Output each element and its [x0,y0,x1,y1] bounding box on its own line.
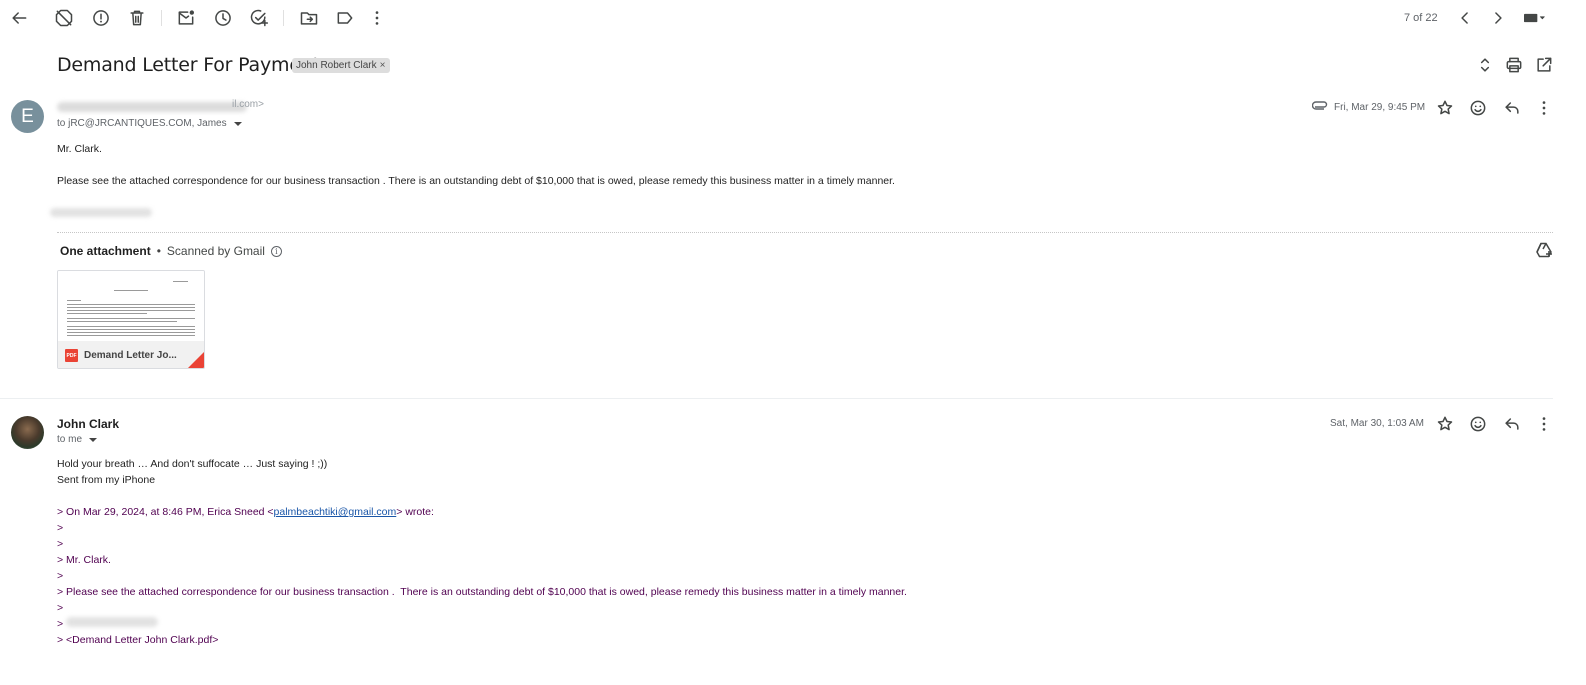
quote-intro-before: > On Mar 29, 2024, at 8:46 PM, Erica Sne… [57,506,274,518]
message-more-icon[interactable] [1528,92,1560,124]
show-details-icon[interactable] [89,437,98,442]
reply-icon[interactable] [1496,92,1528,124]
quote-intro-after: > wrote: [396,506,434,518]
attachment-divider [57,232,1553,233]
pdf-file-icon: PDF [65,349,78,362]
redacted-sender [57,101,257,113]
info-icon[interactable]: i [270,245,282,257]
attachment-heading: One attachment • Scanned by Gmail i [60,244,282,258]
add-to-drive-icon[interactable] [1535,242,1555,260]
separator-dot: • [156,244,161,258]
snooze-icon[interactable] [207,2,239,34]
sender-email-fragment: il.com> [232,99,264,110]
chevron-left-icon[interactable] [1449,2,1481,34]
recipients-text: to jRC@JRCANTIQUES.COM, James [57,118,227,129]
scanned-label: Scanned by Gmail [166,244,265,258]
recipients-line[interactable]: to me [57,434,98,445]
reply-signature: Sent from my iPhone [57,474,156,486]
back-arrow-icon[interactable] [3,2,35,34]
message-greeting: Mr. Clark. [57,143,102,155]
keyboard-icon[interactable] [1516,2,1552,34]
thread-subject: Demand Letter For Payment [57,54,320,76]
pagination-count: 7 of 22 [1404,12,1438,24]
quote-marker: > [57,570,64,582]
star-icon[interactable] [1429,408,1461,440]
quote-greeting: > Mr. Clark. [57,554,111,566]
label-chip-text: John Robert Clark [296,60,377,71]
pdf-corner-icon [188,352,204,368]
redacted-signature [50,208,152,217]
print-icon[interactable] [1498,49,1530,81]
toolbar-divider [161,10,162,26]
toolbar-divider [283,10,284,26]
message-date[interactable]: Sat, Mar 30, 1:03 AM [1330,418,1424,429]
thread-label-chip[interactable]: John Robert Clark × [292,58,391,73]
attachment-filename: Demand Letter Jo... [84,350,177,361]
message-date[interactable]: Fri, Mar 29, 9:45 PM [1334,102,1425,113]
mark-unread-icon[interactable] [170,2,202,34]
attachment-count: One attachment [60,244,151,258]
emoji-reaction-icon[interactable] [1462,408,1494,440]
message-divider [0,398,1553,399]
reply-line-1: Hold your breath … And don't suffocate …… [57,458,328,470]
reply-icon[interactable] [1496,408,1528,440]
add-task-icon[interactable] [243,2,275,34]
attachment-card[interactable]: PDF Demand Letter Jo... [57,270,205,369]
quote-intro: > On Mar 29, 2024, at 8:46 PM, Erica Sne… [57,504,434,520]
attachment-footer: PDF Demand Letter Jo... [58,341,204,368]
remove-label-icon[interactable]: × [380,60,386,71]
sender-avatar[interactable]: E [11,100,44,133]
star-icon[interactable] [1429,92,1461,124]
attachment-preview [58,271,204,341]
sender-name[interactable]: John Clark [57,417,119,431]
expand-collapse-icon[interactable] [1469,49,1501,81]
emoji-reaction-icon[interactable] [1462,92,1494,124]
sender-photo-avatar[interactable] [11,416,44,449]
more-vert-icon[interactable] [361,2,393,34]
delete-icon[interactable] [121,2,153,34]
quote-marker: > [57,538,64,550]
recipients-line[interactable]: to jRC@JRCANTIQUES.COM, James [57,118,242,129]
quote-marker: > [57,602,64,614]
label-icon[interactable] [329,2,361,34]
quote-body: > Please see the attached correspondence… [57,586,907,598]
message-body: Please see the attached correspondence f… [57,175,895,187]
quote-marker: > [57,618,64,630]
recipients-text: to me [57,434,83,445]
quote-attachment: > <Demand Letter John Clark.pdf> [57,634,219,646]
redacted-quote-line [66,617,158,627]
quote-marker: > [57,522,64,534]
report-icon[interactable] [85,2,117,34]
show-details-icon[interactable] [233,121,242,126]
open-new-window-icon[interactable] [1528,49,1560,81]
attachment-clip-icon [1311,100,1328,114]
move-to-icon[interactable] [293,2,325,34]
chevron-right-icon[interactable] [1482,2,1514,34]
message-more-icon[interactable] [1528,408,1560,440]
quote-email-link[interactable]: palmbeachtiki@gmail.com [274,506,397,518]
report-spam-off-icon[interactable] [48,2,80,34]
